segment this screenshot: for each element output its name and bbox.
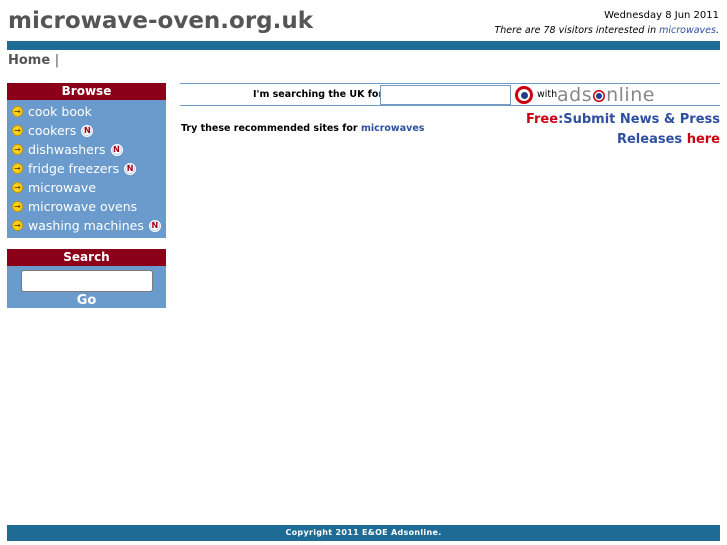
arrow-circle-icon: → xyxy=(12,182,23,193)
browse-item-label: microwave ovens xyxy=(28,199,138,214)
visitors-microwaves-link[interactable]: microwaves xyxy=(659,25,716,36)
free-label: Free xyxy=(525,112,559,127)
visitors-suffix: . xyxy=(715,25,719,36)
browse-item-washing-machines[interactable]: → washing machines N xyxy=(7,216,166,235)
arrow-circle-icon: → xyxy=(12,163,23,174)
footer-copyright: Copyright 2011 E&OE Adsonline. xyxy=(7,525,720,541)
browse-item-microwave[interactable]: → microwave xyxy=(7,178,166,197)
search-input[interactable] xyxy=(20,270,153,292)
arrow-circle-icon: → xyxy=(12,144,23,155)
home-link[interactable]: Home xyxy=(8,53,50,68)
browse-item-label: microwave xyxy=(28,180,97,195)
logo-text-post: nline xyxy=(606,84,655,106)
visitors-text: There are 78 visitors interested in micr… xyxy=(494,25,719,36)
ads-search-bar: I'm searching the UK for... with ads nlin… xyxy=(180,83,720,106)
nav-separator: | xyxy=(54,53,60,68)
browse-item-cook-book[interactable]: → cook book xyxy=(7,102,166,121)
ads-search-input[interactable] xyxy=(380,85,511,105)
browse-item-label: dishwashers xyxy=(28,142,106,157)
visitors-prefix: There are 78 visitors interested in xyxy=(494,25,660,36)
browse-item-label: cook book xyxy=(28,104,92,119)
recommended-text: Try these recommended sites for microwav… xyxy=(181,123,424,134)
arrow-circle-icon: → xyxy=(12,220,23,231)
browse-panel: Browse → cook book → cookers N → dishwashers N →… xyxy=(7,83,166,238)
here-link[interactable]: here xyxy=(687,132,720,147)
new-badge-icon: N xyxy=(81,124,94,137)
browse-heading: Browse xyxy=(7,83,166,100)
browse-item-label: washing machines xyxy=(28,218,144,233)
recommended-prefix: Try these recommended sites for xyxy=(181,123,361,134)
submit-news-link[interactable]: :Submit News & Press xyxy=(558,112,720,127)
browse-list: → cook book → cookers N → dishwashers N → fridge … xyxy=(7,100,166,238)
browse-item-label: cookers xyxy=(28,123,77,138)
adsonline-logo[interactable]: ads nline xyxy=(557,84,655,106)
browse-item-cookers[interactable]: → cookers N xyxy=(7,121,166,140)
recommended-microwaves-link[interactable]: microwaves xyxy=(361,123,424,134)
ads-search-label: I'm searching the UK for... xyxy=(253,89,393,100)
target-search-icon[interactable] xyxy=(515,86,533,104)
site-title[interactable]: microwave-oven.org.uk xyxy=(8,8,313,34)
arrow-circle-icon: → xyxy=(12,106,23,117)
new-badge-icon: N xyxy=(110,143,123,156)
arrow-circle-icon: → xyxy=(12,201,23,212)
with-label: with xyxy=(537,89,558,100)
header-bar xyxy=(7,41,720,50)
breadcrumb: Home | xyxy=(8,53,59,68)
browse-item-microwave-ovens[interactable]: → microwave ovens xyxy=(7,197,166,216)
arrow-circle-icon: → xyxy=(12,125,23,136)
browse-item-fridge-freezers[interactable]: → fridge freezers N xyxy=(7,159,166,178)
search-panel: Search Go xyxy=(7,249,166,308)
search-heading: Search xyxy=(7,249,166,266)
new-badge-icon: N xyxy=(148,219,161,232)
press-release-promo: Free:Submit News & Press Releases here xyxy=(526,110,720,150)
browse-item-dishwashers[interactable]: → dishwashers N xyxy=(7,140,166,159)
releases-text: Releases xyxy=(616,132,687,147)
new-badge-icon: N xyxy=(124,162,137,175)
browse-item-label: fridge freezers xyxy=(28,161,120,176)
logo-target-icon xyxy=(593,90,606,102)
logo-text-pre: ads xyxy=(557,84,593,106)
go-button[interactable]: Go xyxy=(7,293,166,308)
date-display: Wednesday 8 Jun 2011 xyxy=(604,10,719,21)
